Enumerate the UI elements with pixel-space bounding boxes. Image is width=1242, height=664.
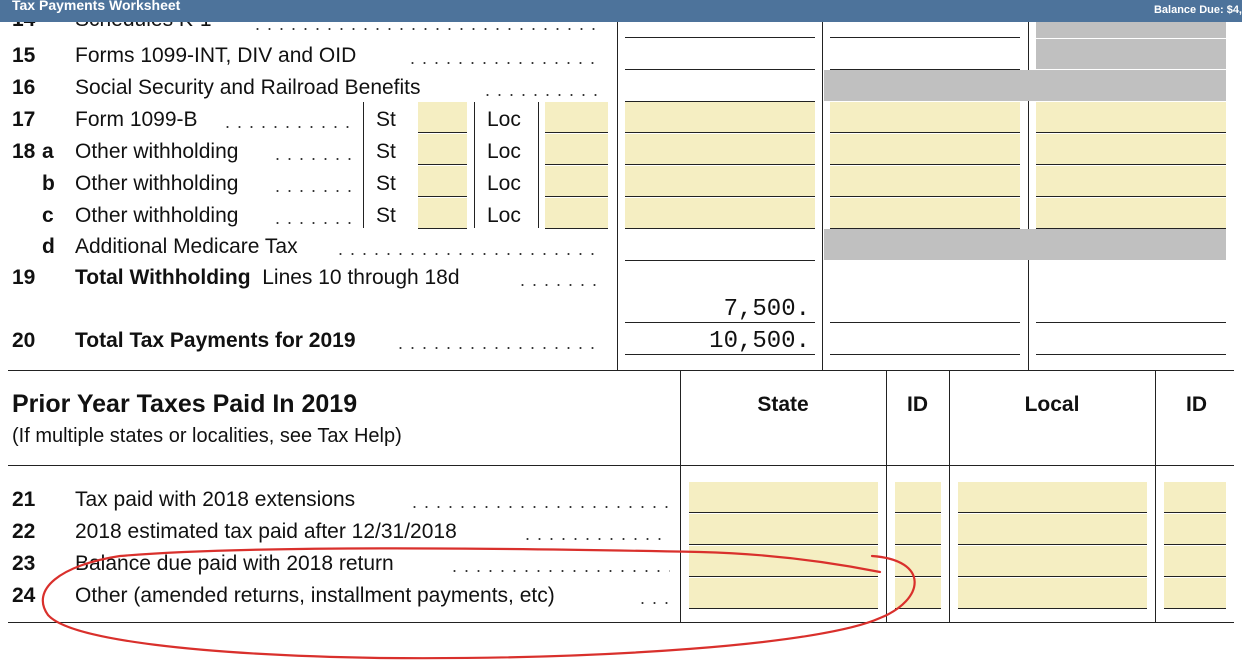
annotation-circle — [41, 547, 916, 660]
